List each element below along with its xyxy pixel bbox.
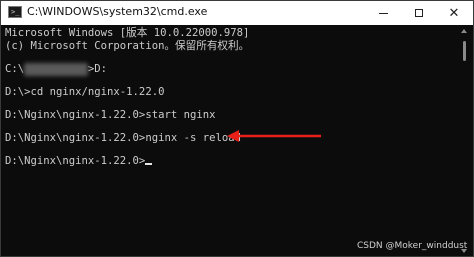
- maximize-icon: [415, 9, 423, 17]
- minimize-button[interactable]: [363, 1, 403, 25]
- scroll-thumb[interactable]: [463, 41, 466, 61]
- cmd-window: >_ C:\WINDOWS\system32\cmd.exe ✕ Microso…: [0, 0, 474, 257]
- csdn-watermark: CSDN @Moker_winddust: [357, 241, 468, 251]
- console-prompt-line: D:\Nginx\nginx-1.22.0>: [5, 155, 153, 168]
- console-line: Microsoft Windows [版本 10.0.22000.978]: [5, 27, 250, 39]
- console-line: D:\>cd nginx/nginx-1.22.0: [5, 86, 165, 98]
- text-cursor: [145, 163, 153, 165]
- console-line-redacted: C:\xxxxxxxxxx>D:: [5, 63, 107, 76]
- arrow-head: [227, 130, 239, 142]
- red-arrow-annotation: [227, 130, 321, 142]
- minimize-icon: [378, 12, 388, 14]
- maximize-button[interactable]: [399, 1, 439, 25]
- close-button[interactable]: ✕: [435, 1, 473, 25]
- vertical-scrollbar[interactable]: [459, 27, 471, 255]
- console-line: (c) Microsoft Corporation。保留所有权利。: [5, 40, 250, 52]
- console-line: D:\Nginx\nginx-1.22.0>start nginx: [5, 109, 216, 121]
- title-bar[interactable]: >_ C:\WINDOWS\system32\cmd.exe ✕: [1, 1, 473, 25]
- console-prompt: D:\Nginx\nginx-1.22.0>: [5, 155, 146, 167]
- prompt-prefix: C:\: [5, 63, 25, 75]
- cmd-app-icon[interactable]: >_: [8, 6, 22, 18]
- window-title: C:\WINDOWS\system32\cmd.exe: [27, 5, 208, 18]
- prompt-suffix: >D:: [87, 63, 108, 75]
- close-icon: ✕: [448, 5, 460, 21]
- scroll-up-arrow-icon[interactable]: [461, 29, 467, 33]
- console-line: D:\Nginx\nginx-1.22.0>nginx -s reload: [5, 132, 241, 144]
- redacted-username: xxxxxxxxxx: [24, 63, 88, 76]
